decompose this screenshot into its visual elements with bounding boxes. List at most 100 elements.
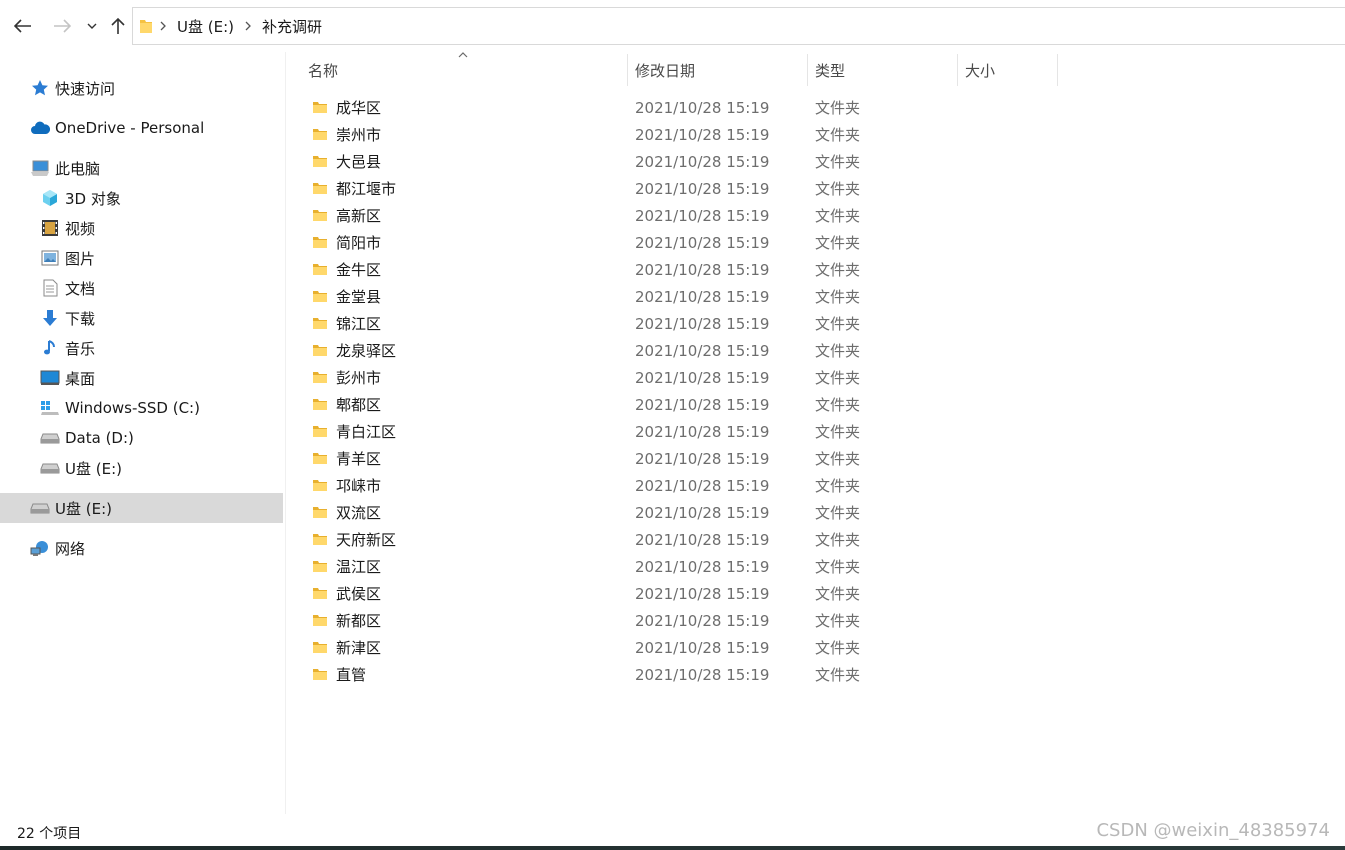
- folder-icon: [313, 318, 327, 329]
- file-row[interactable]: 直管 2021/10/28 15:19 文件夹: [300, 661, 1060, 688]
- column-header-size[interactable]: 大小: [957, 52, 1057, 88]
- file-date: 2021/10/28 15:19: [635, 125, 770, 144]
- nav-pictures[interactable]: 图片: [40, 243, 95, 273]
- file-row[interactable]: 金堂县 2021/10/28 15:19 文件夹: [300, 283, 1060, 310]
- chevron-right-icon[interactable]: [155, 18, 171, 34]
- folder-icon: [313, 669, 327, 680]
- file-type: 文件夹: [815, 504, 861, 522]
- folder-icon: [313, 507, 327, 518]
- file-name: 青白江区: [336, 423, 397, 441]
- column-divider[interactable]: [1057, 54, 1058, 86]
- file-row[interactable]: 龙泉驿区 2021/10/28 15:19 文件夹: [300, 337, 1060, 364]
- forward-button[interactable]: [49, 10, 75, 42]
- file-list: 成华区 2021/10/28 15:19 文件夹 崇州市 2021/10/28 15:1…: [300, 94, 1060, 688]
- download-arrow-icon: [40, 308, 60, 328]
- file-row[interactable]: 锦江区 2021/10/28 15:19 文件夹: [300, 310, 1060, 337]
- file-type: 文件夹: [815, 369, 861, 387]
- file-name: 双流区: [336, 504, 382, 522]
- up-button[interactable]: [105, 10, 131, 42]
- file-name: 龙泉驿区: [336, 342, 397, 360]
- file-date: 2021/10/28 15:19: [635, 530, 770, 549]
- file-name: 都江堰市: [336, 180, 397, 198]
- file-name: 锦江区: [336, 315, 382, 333]
- file-name: 郫都区: [336, 396, 382, 414]
- file-type: 文件夹: [815, 180, 861, 198]
- file-name: 彭州市: [336, 369, 382, 387]
- bottom-edge: [0, 846, 1345, 850]
- folder-icon: [313, 561, 327, 572]
- nav-quick-access[interactable]: 快速访问: [30, 73, 115, 103]
- nav-label: 此电脑: [55, 159, 101, 178]
- file-row[interactable]: 双流区 2021/10/28 15:19 文件夹: [300, 499, 1060, 526]
- file-name: 高新区: [336, 207, 382, 225]
- file-type: 文件夹: [815, 234, 861, 252]
- file-date: 2021/10/28 15:19: [635, 557, 770, 576]
- file-row[interactable]: 温江区 2021/10/28 15:19 文件夹: [300, 553, 1060, 580]
- file-row[interactable]: 新都区 2021/10/28 15:19 文件夹: [300, 607, 1060, 634]
- recent-locations-button[interactable]: [80, 10, 104, 42]
- file-row[interactable]: 邛崃市 2021/10/28 15:19 文件夹: [300, 472, 1060, 499]
- nav-this-pc[interactable]: 此电脑: [30, 153, 100, 183]
- folder-icon: [313, 453, 327, 464]
- nav-music[interactable]: 音乐: [40, 333, 95, 363]
- nav-onedrive[interactable]: OneDrive - Personal: [30, 113, 204, 143]
- file-row[interactable]: 青羊区 2021/10/28 15:19 文件夹: [300, 445, 1060, 472]
- file-row[interactable]: 高新区 2021/10/28 15:19 文件夹: [300, 202, 1060, 229]
- file-name: 新都区: [336, 612, 382, 630]
- nav-downloads[interactable]: 下载: [40, 303, 95, 333]
- nav-drive-c[interactable]: Windows-SSD (C:): [40, 393, 200, 423]
- nav-desktop[interactable]: 桌面: [40, 363, 95, 393]
- file-date: 2021/10/28 15:19: [635, 341, 770, 360]
- nav-3d-objects[interactable]: 3D 对象: [40, 183, 121, 213]
- file-type: 文件夹: [815, 558, 861, 576]
- file-name: 天府新区: [336, 531, 397, 549]
- drive-icon: [40, 428, 60, 448]
- back-button[interactable]: [10, 10, 36, 42]
- file-date: 2021/10/28 15:19: [635, 260, 770, 279]
- file-row[interactable]: 简阳市 2021/10/28 15:19 文件夹: [300, 229, 1060, 256]
- breadcrumb-usb[interactable]: U盘 (E:): [173, 16, 238, 37]
- column-header-name[interactable]: 名称: [300, 52, 627, 88]
- nav-network[interactable]: 网络: [30, 533, 85, 563]
- file-row[interactable]: 青白江区 2021/10/28 15:19 文件夹: [300, 418, 1060, 445]
- nav-label: 音乐: [65, 339, 96, 358]
- column-header-date[interactable]: 修改日期: [627, 52, 807, 88]
- nav-usb-selected[interactable]: U盘 (E:): [0, 493, 283, 523]
- file-row[interactable]: 郫都区 2021/10/28 15:19 文件夹: [300, 391, 1060, 418]
- nav-documents[interactable]: 文档: [40, 273, 95, 303]
- file-row[interactable]: 金牛区 2021/10/28 15:19 文件夹: [300, 256, 1060, 283]
- file-name: 金牛区: [336, 261, 382, 279]
- nav-drive-e[interactable]: U盘 (E:): [40, 453, 122, 483]
- file-row[interactable]: 成华区 2021/10/28 15:19 文件夹: [300, 94, 1060, 121]
- breadcrumb-current-folder[interactable]: 补充调研: [258, 16, 326, 37]
- nav-label: Data (D:): [65, 429, 134, 447]
- file-date: 2021/10/28 15:19: [635, 503, 770, 522]
- file-row[interactable]: 武侯区 2021/10/28 15:19 文件夹: [300, 580, 1060, 607]
- chevron-right-icon[interactable]: [240, 18, 256, 34]
- file-type: 文件夹: [815, 315, 861, 333]
- file-row[interactable]: 天府新区 2021/10/28 15:19 文件夹: [300, 526, 1060, 553]
- column-header-type[interactable]: 类型: [807, 52, 957, 88]
- file-date: 2021/10/28 15:19: [635, 611, 770, 630]
- folder-icon: [313, 642, 327, 653]
- column-header-label: 大小: [965, 61, 996, 80]
- nav-drive-d[interactable]: Data (D:): [40, 423, 134, 453]
- file-name: 大邑县: [336, 153, 382, 171]
- file-row[interactable]: 大邑县 2021/10/28 15:19 文件夹: [300, 148, 1060, 175]
- nav-videos[interactable]: 视频: [40, 213, 95, 243]
- file-row[interactable]: 新津区 2021/10/28 15:19 文件夹: [300, 634, 1060, 661]
- windows-drive-icon: [40, 398, 60, 418]
- file-type: 文件夹: [815, 288, 861, 306]
- file-name: 简阳市: [336, 234, 382, 252]
- file-type: 文件夹: [815, 396, 861, 414]
- file-type: 文件夹: [815, 153, 861, 171]
- folder-icon: [313, 264, 327, 275]
- file-type: 文件夹: [815, 666, 861, 684]
- file-row[interactable]: 崇州市 2021/10/28 15:19 文件夹: [300, 121, 1060, 148]
- nav-label: OneDrive - Personal: [55, 119, 205, 137]
- file-row[interactable]: 彭州市 2021/10/28 15:19 文件夹: [300, 364, 1060, 391]
- file-name: 温江区: [336, 558, 382, 576]
- file-row[interactable]: 都江堰市 2021/10/28 15:19 文件夹: [300, 175, 1060, 202]
- address-input[interactable]: U盘 (E:) 补充调研: [132, 7, 1345, 45]
- file-date: 2021/10/28 15:19: [635, 314, 770, 333]
